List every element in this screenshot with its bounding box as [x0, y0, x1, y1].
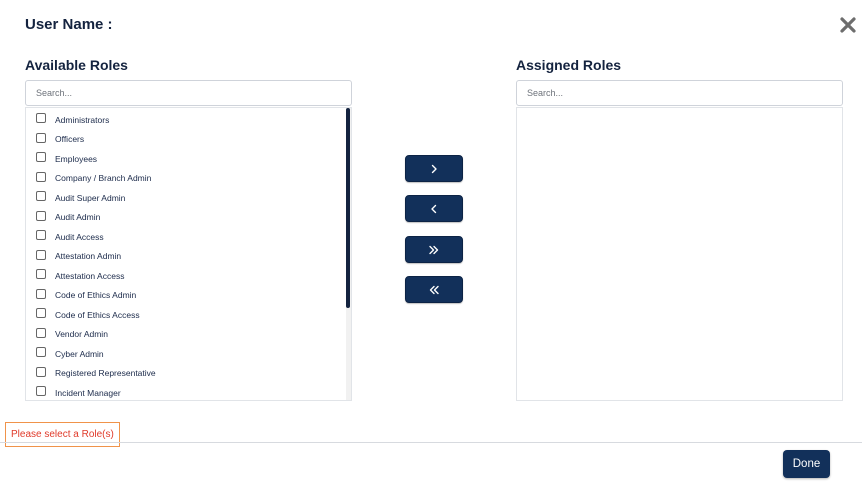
role-label: Audit Access [55, 231, 104, 242]
chevron-right-icon [431, 164, 437, 173]
available-roles-list[interactable]: Administrators Officers Employees Company /… [25, 107, 352, 401]
role-list-item[interactable]: Audit Access [26, 227, 351, 247]
role-list-item[interactable]: Cyber Admin [26, 344, 351, 364]
role-list-item[interactable]: Incident Manager [26, 383, 351, 400]
role-checkbox[interactable] [36, 191, 46, 202]
validation-error-message: Please select a Role(s) [5, 422, 120, 447]
role-list-item[interactable]: Officers [26, 130, 351, 150]
chevron-left-icon [431, 204, 437, 213]
double-chevron-right-icon [429, 245, 439, 254]
role-list-item[interactable]: Attestation Admin [26, 247, 351, 267]
role-checkbox[interactable] [36, 347, 46, 358]
user-name-label: User Name : [25, 16, 113, 33]
role-checkbox[interactable] [36, 288, 46, 299]
move-selected-left-button[interactable] [405, 195, 463, 222]
role-list-item[interactable]: Company / Branch Admin [26, 169, 351, 189]
role-label: Attestation Admin [55, 251, 122, 262]
role-checkbox[interactable] [36, 210, 46, 221]
role-list-item[interactable]: Audit Admin [26, 208, 351, 228]
double-chevron-left-icon [429, 285, 439, 294]
role-label: Registered Representative [55, 368, 156, 379]
move-selected-right-button[interactable] [405, 155, 463, 182]
role-list-item[interactable]: Audit Super Admin [26, 188, 351, 208]
role-label: Employees [55, 153, 98, 164]
move-all-right-button[interactable] [405, 236, 463, 263]
role-label: Attestation Access [55, 270, 125, 281]
role-checkbox[interactable] [36, 132, 46, 143]
role-label: Incident Manager [55, 387, 121, 398]
close-icon [840, 17, 856, 33]
role-list-item[interactable]: Registered Representative [26, 364, 351, 384]
role-label: Company / Branch Admin [55, 173, 152, 184]
available-roles-scrollbar-track[interactable] [346, 108, 351, 400]
role-list-item[interactable]: Code of Ethics Access [26, 305, 351, 325]
role-checkbox[interactable] [36, 171, 46, 182]
role-list-item[interactable]: Administrators [26, 110, 351, 130]
role-label: Administrators [55, 114, 110, 125]
available-roles-scrollbar-thumb[interactable] [346, 108, 350, 308]
role-checkbox[interactable] [36, 327, 46, 338]
role-checkbox[interactable] [36, 230, 46, 241]
role-checkbox[interactable] [36, 249, 46, 260]
available-roles-title: Available Roles [25, 57, 128, 73]
role-list-item[interactable]: Attestation Access [26, 266, 351, 286]
role-label: Cyber Admin [55, 348, 104, 359]
role-list-item[interactable]: Employees [26, 149, 351, 169]
role-label: Audit Super Admin [55, 192, 126, 203]
role-label: Audit Admin [55, 212, 101, 223]
move-all-left-button[interactable] [405, 276, 463, 303]
role-label: Officers [55, 134, 85, 145]
role-label: Code of Ethics Admin [55, 290, 137, 301]
role-list-item[interactable]: Vendor Admin [26, 325, 351, 345]
role-checkbox[interactable] [36, 386, 46, 397]
assign-roles-dialog: User Name : Available Roles Assigned Rol… [0, 0, 862, 489]
role-checkbox[interactable] [36, 308, 46, 319]
role-checkbox[interactable] [36, 269, 46, 280]
available-roles-search-input[interactable] [25, 80, 352, 106]
role-label: Code of Ethics Access [55, 309, 140, 320]
assigned-roles-search-input[interactable] [516, 80, 843, 106]
done-button[interactable]: Done [783, 450, 830, 478]
assigned-roles-title: Assigned Roles [516, 57, 622, 73]
assigned-roles-items [517, 108, 842, 110]
available-roles-items: Administrators Officers Employees Company /… [26, 108, 351, 400]
role-checkbox[interactable] [36, 366, 46, 377]
assigned-roles-list[interactable] [516, 107, 843, 401]
role-list-item[interactable]: Code of Ethics Admin [26, 286, 351, 306]
role-checkbox[interactable] [36, 152, 46, 163]
footer-divider [0, 442, 862, 443]
role-checkbox[interactable] [36, 113, 46, 124]
role-label: Vendor Admin [55, 329, 108, 340]
close-button[interactable] [838, 15, 858, 35]
